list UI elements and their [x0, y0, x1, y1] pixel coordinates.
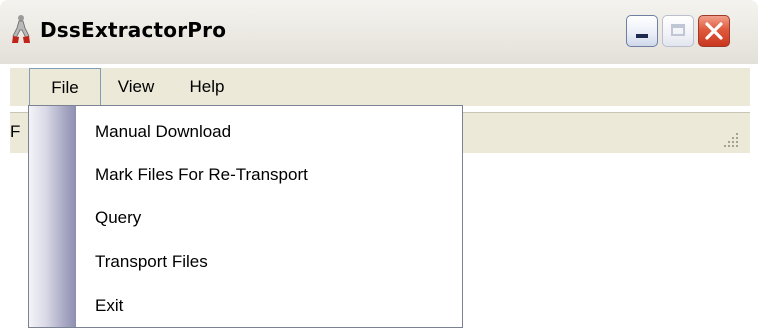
app-window: DssExtractorPro File View Help F Manual … — [0, 0, 758, 332]
minimize-button[interactable] — [626, 15, 658, 47]
menu-item-exit[interactable]: Exit — [95, 291, 123, 321]
menu-view[interactable]: View — [108, 68, 164, 106]
menu-item-query[interactable]: Query — [95, 203, 141, 233]
close-icon — [705, 22, 723, 40]
menu-item-transport-files[interactable]: Transport Files — [95, 247, 208, 277]
app-logo-icon — [10, 14, 32, 44]
window-title: DssExtractorPro — [40, 18, 227, 42]
maximize-button[interactable] — [662, 15, 694, 47]
menu-item-manual-download[interactable]: Manual Download — [95, 117, 231, 147]
close-button[interactable] — [698, 15, 730, 47]
title-bar[interactable]: DssExtractorPro — [0, 0, 758, 64]
menu-bar: File View Help — [10, 68, 750, 106]
menu-item-mark-files-for-re-transport[interactable]: Mark Files For Re-Transport — [95, 160, 308, 190]
menu-side-strip — [29, 106, 76, 327]
menu-help[interactable]: Help — [178, 68, 236, 106]
file-menu-dropdown: Manual Download Mark Files For Re-Transp… — [28, 105, 463, 328]
resize-grip-icon[interactable] — [724, 133, 740, 147]
status-text: F — [10, 122, 21, 141]
menu-file[interactable]: File — [29, 68, 101, 106]
